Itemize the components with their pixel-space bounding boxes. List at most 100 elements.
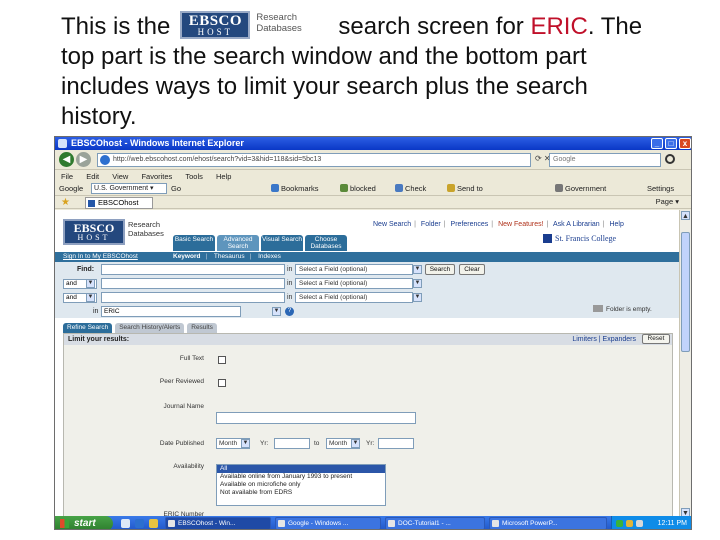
scroll-thumb[interactable] <box>681 232 690 352</box>
new-features-link[interactable]: New Features! <box>498 221 544 228</box>
help-icon[interactable]: ? <box>285 307 294 316</box>
tab-visual-search[interactable]: Visual Search <box>261 235 303 251</box>
tab-choose-databases[interactable]: Choose Databases <box>305 235 347 251</box>
indexes-link[interactable]: Indexes <box>258 253 281 260</box>
full-text-label: Full Text <box>179 355 204 362</box>
field-select-1[interactable]: Select a Field (optional) <box>295 264 413 275</box>
search-icon[interactable] <box>665 154 675 164</box>
google-toolbar-label[interactable]: Google <box>59 182 83 195</box>
list-item[interactable]: Available on microfiche only <box>217 481 385 489</box>
gov-select[interactable]: U.S. Government ▾ <box>91 183 167 194</box>
task-ebscohost[interactable]: EBSCOhost - Win... <box>165 517 271 529</box>
task-google[interactable]: Google - Windows ... <box>275 517 381 529</box>
menu-edit[interactable]: Edit <box>86 171 99 182</box>
preferences-link[interactable]: Preferences <box>451 221 489 228</box>
security-icon[interactable] <box>626 520 633 527</box>
database-select[interactable]: ERIC <box>101 306 241 317</box>
browser-search-input[interactable]: Google <box>549 153 661 167</box>
in-label: in <box>287 294 293 301</box>
chevron-down-icon[interactable]: ▼ <box>351 439 360 448</box>
network-icon[interactable] <box>616 520 623 527</box>
year-input-from[interactable] <box>274 438 310 449</box>
popup-blocked-button[interactable]: blocked <box>340 182 376 195</box>
forward-button[interactable]: ▶ <box>76 152 91 167</box>
settings-button[interactable]: Settings <box>647 182 674 195</box>
thesaurus-link[interactable]: Thesaurus <box>214 253 245 260</box>
list-item[interactable]: Not available from EDRS <box>217 489 385 497</box>
menu-view[interactable]: View <box>112 171 128 182</box>
year-input-to[interactable] <box>378 438 414 449</box>
scroll-up-icon[interactable]: ▲ <box>681 211 690 220</box>
maximize-button[interactable]: □ <box>665 138 677 149</box>
minimize-button[interactable]: _ <box>651 138 663 149</box>
clear-button[interactable]: Clear <box>459 264 485 275</box>
desktop-icon[interactable] <box>121 519 130 528</box>
chevron-down-icon[interactable]: ▼ <box>413 279 422 288</box>
journal-name-input[interactable] <box>216 412 416 424</box>
help-link[interactable]: Help <box>609 221 623 228</box>
address-input[interactable]: http://web.ebscohost.com/ehost/search?vi… <box>97 153 531 167</box>
new-search-link[interactable]: New Search <box>373 221 411 228</box>
building-icon <box>555 184 563 192</box>
sign-in-link[interactable]: Sign In to My EBSCOhost <box>63 252 138 262</box>
year-label-from: Yr: <box>260 440 269 447</box>
start-button[interactable]: start <box>55 516 113 529</box>
search-term-input-1[interactable] <box>101 264 285 275</box>
chevron-down-icon[interactable]: ▼ <box>413 265 422 274</box>
keyword-link[interactable]: Keyword <box>173 253 200 260</box>
favorites-star-icon[interactable]: ★ <box>61 197 70 208</box>
task-powerpoint[interactable]: Microsoft PowerP... <box>489 517 607 529</box>
back-button[interactable]: ◀ <box>59 152 74 167</box>
bookmarks-button[interactable]: Bookmarks <box>271 182 319 195</box>
year-label-to: Yr: <box>366 440 375 447</box>
menu-tools[interactable]: Tools <box>185 171 203 182</box>
folder-icon[interactable] <box>149 519 158 528</box>
peer-reviewed-checkbox[interactable] <box>218 379 226 387</box>
government-button[interactable]: Government <box>555 182 606 195</box>
search-term-input-2[interactable] <box>101 278 285 289</box>
menu-favorites[interactable]: Favorites <box>141 171 172 182</box>
search-button[interactable]: Search <box>425 264 455 275</box>
result-tabs: Refine Search Search History/Alerts Resu… <box>63 323 217 333</box>
browser-tab-ebscohost[interactable]: EBSCOhost <box>85 197 153 209</box>
go-button[interactable]: Go <box>171 182 181 195</box>
task-doc-tutorial[interactable]: DOC-Tutorial1 - ... <box>385 517 485 529</box>
limiters-expanders-links[interactable]: Limiters | Expanders <box>572 334 636 345</box>
folder-empty-note: Folder is empty. <box>593 305 652 315</box>
list-item[interactable]: All <box>217 465 385 473</box>
caption-keyword: ERIC <box>530 13 588 40</box>
field-select-3[interactable]: Select a Field (optional) <box>295 292 413 303</box>
menu-file[interactable]: File <box>61 171 73 182</box>
tab-basic-search[interactable]: Basic Search <box>173 235 215 251</box>
chevron-down-icon[interactable]: ▼ <box>86 293 95 302</box>
availability-list[interactable]: All Available online from January 1993 t… <box>216 464 386 506</box>
close-button[interactable]: x <box>679 138 691 149</box>
browser-screenshot: EBSCOhost - Windows Internet Explorer _ … <box>54 136 692 530</box>
tab-results[interactable]: Results <box>187 323 217 333</box>
check-button[interactable]: Check <box>395 182 426 195</box>
menu-help[interactable]: Help <box>216 171 231 182</box>
full-text-checkbox[interactable] <box>218 356 226 364</box>
send-to-button[interactable]: Send to <box>447 182 483 195</box>
chevron-down-icon[interactable]: ▼ <box>86 279 95 288</box>
chevron-down-icon[interactable]: ▼ <box>241 439 250 448</box>
page-menu[interactable]: Page ▾ <box>656 196 679 208</box>
search-term-input-3[interactable] <box>101 292 285 303</box>
vertical-scrollbar[interactable]: ▲ ▼ <box>679 210 691 518</box>
list-item[interactable]: Available online from January 1993 to pr… <box>217 473 385 481</box>
ie-quicklaunch-icon[interactable] <box>135 519 144 528</box>
field-select-2[interactable]: Select a Field (optional) <box>295 278 413 289</box>
ask-librarian-link[interactable]: Ask A Librarian <box>553 221 600 228</box>
ebsco-logo[interactable]: EBSCO HOST <box>63 219 125 245</box>
availability-label: Availability <box>173 463 204 470</box>
tab-search-history[interactable]: Search History/Alerts <box>115 323 185 333</box>
tab-refine-search[interactable]: Refine Search <box>63 323 113 333</box>
tab-bar: ★ EBSCOhost Page ▾ <box>55 195 691 209</box>
reset-button[interactable]: Reset <box>642 334 670 344</box>
tab-advanced-search[interactable]: Advanced Search <box>217 235 259 251</box>
chevron-down-icon[interactable]: ▼ <box>413 293 422 302</box>
chevron-down-icon[interactable]: ▼ <box>272 307 281 316</box>
volume-icon[interactable] <box>636 520 643 527</box>
folder-link[interactable]: Folder <box>421 221 441 228</box>
popup-icon <box>340 184 348 192</box>
